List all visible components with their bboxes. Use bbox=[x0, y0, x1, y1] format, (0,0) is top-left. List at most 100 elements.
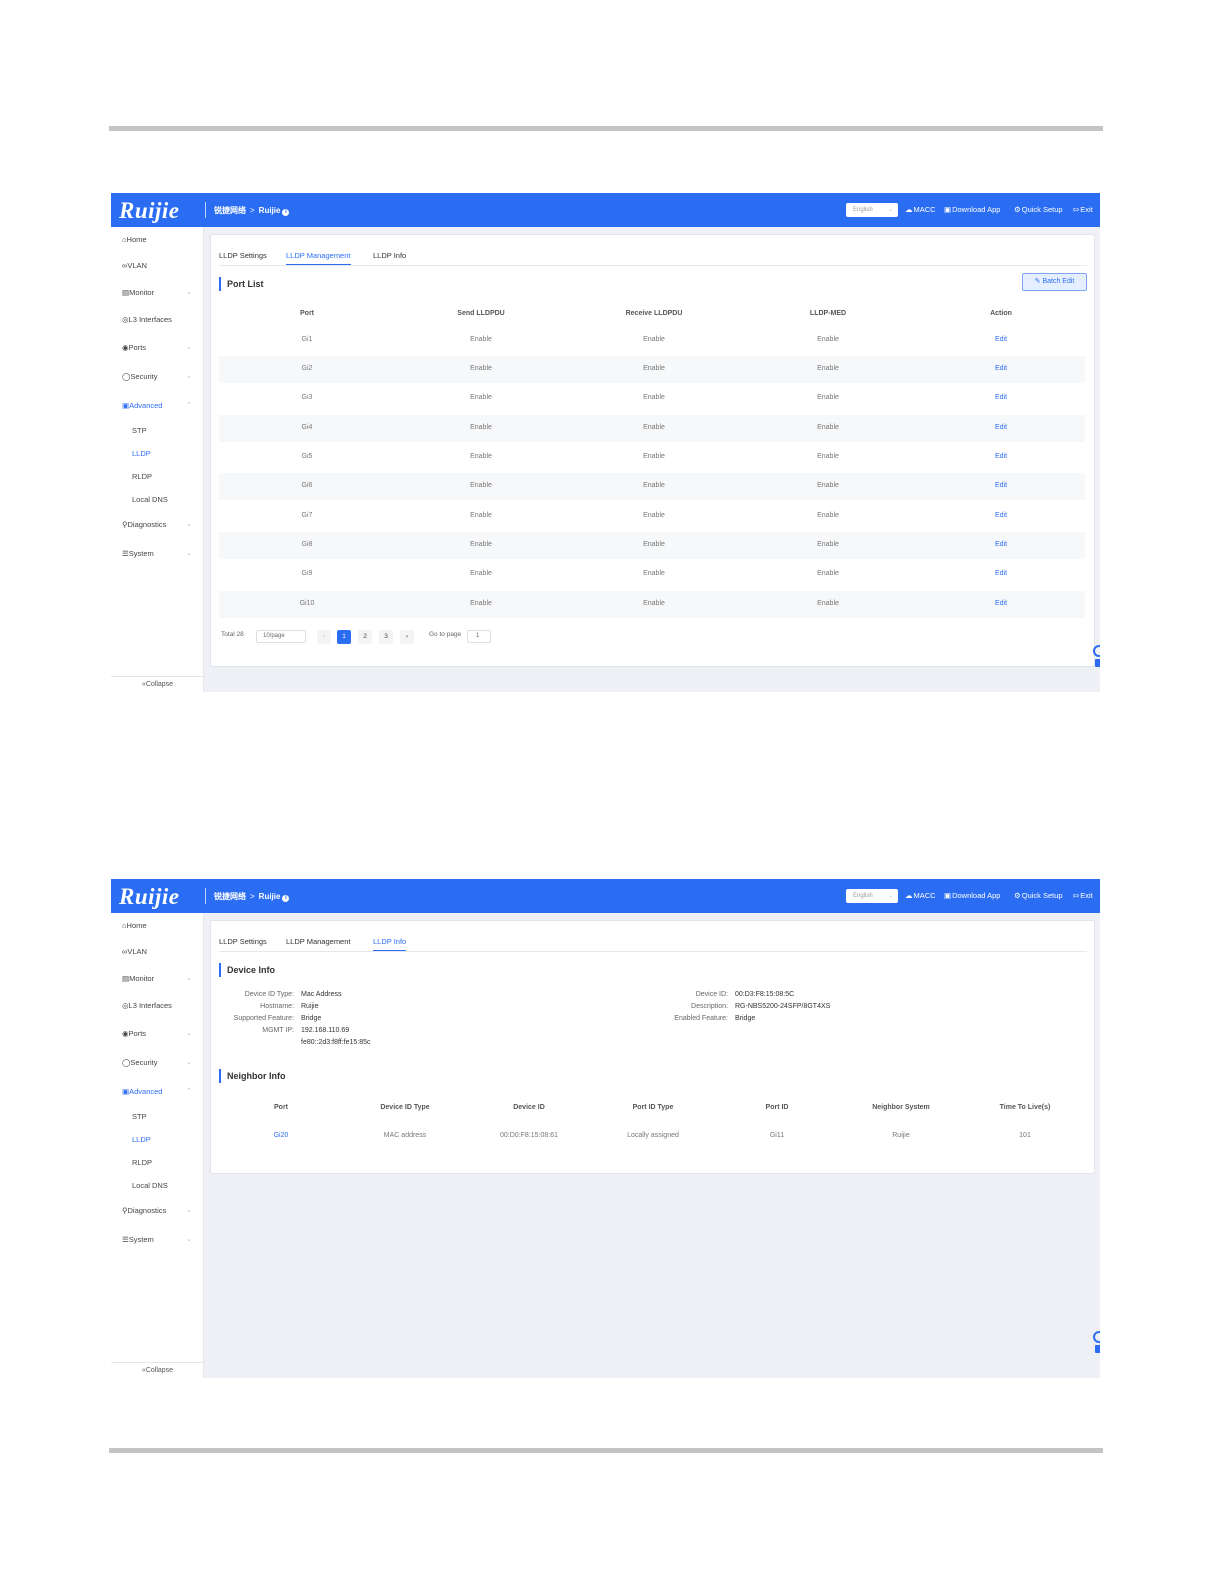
sidebar-item-advanced[interactable]: ▣Advanced bbox=[122, 1087, 162, 1096]
page-size-select[interactable]: 10/page bbox=[256, 630, 306, 643]
edit-link[interactable]: Edit bbox=[995, 482, 1007, 489]
sidebar-item-l3-interfaces[interactable]: ◎L3 Interfaces bbox=[122, 1001, 172, 1010]
edit-link[interactable]: Edit bbox=[995, 541, 1007, 548]
cloud-icon: ☁ bbox=[905, 205, 913, 214]
breadcrumb: 锐捷网络 > Ruijie i bbox=[214, 205, 290, 216]
collapse-button[interactable]: «Collapse bbox=[111, 1362, 204, 1378]
screenshot-lldp-management: Ruijie 锐捷网络 > Ruijie i English ⌄ ☁MACC ▣Down… bbox=[111, 193, 1100, 692]
sidebar-item-system[interactable]: ☰System bbox=[122, 549, 154, 558]
sidebar-subitem-lldp[interactable]: LLDP bbox=[132, 1135, 151, 1144]
edit-link[interactable]: Edit bbox=[995, 424, 1007, 431]
sliders-icon: ☰ bbox=[122, 1235, 129, 1244]
sidebar-item-vlan[interactable]: ∞VLAN bbox=[122, 261, 147, 270]
info-icon[interactable]: i bbox=[282, 209, 290, 216]
sidebar-item-security[interactable]: ◯Security bbox=[122, 1058, 158, 1067]
edit-link[interactable]: Edit bbox=[995, 453, 1007, 460]
page-button-1[interactable]: 1 bbox=[337, 630, 351, 644]
collapse-label: Collapse bbox=[145, 681, 174, 688]
field-label: Device ID Type: bbox=[244, 991, 294, 998]
edit-link[interactable]: Edit bbox=[995, 336, 1007, 343]
info-icon[interactable]: i bbox=[282, 895, 290, 902]
sidebar-item-diagnostics[interactable]: ⚲Diagnostics bbox=[122, 1206, 166, 1215]
next-page-button[interactable]: › bbox=[400, 630, 414, 644]
edit-link[interactable]: Edit bbox=[995, 394, 1007, 401]
tab-divider bbox=[219, 265, 1087, 266]
sidebar-subitem-lldp[interactable]: LLDP bbox=[132, 449, 151, 458]
setup-icon: ⚙ bbox=[1014, 205, 1021, 214]
edit-link[interactable]: Edit bbox=[995, 570, 1007, 577]
help-float-icon[interactable] bbox=[1090, 1330, 1100, 1354]
page-button-3[interactable]: 3 bbox=[379, 630, 393, 644]
quick-setup-label: Quick Setup bbox=[1021, 891, 1063, 900]
table-row: Gi2 Enable Enable Enable Edit bbox=[219, 356, 1085, 383]
breadcrumb-group[interactable]: 锐捷网络 bbox=[214, 892, 246, 901]
tab-lldp-info[interactable]: LLDP Info bbox=[373, 251, 406, 260]
sidebar-subitem-local-dns[interactable]: Local DNS bbox=[132, 1181, 168, 1190]
batch-edit-button[interactable]: ✎ Batch Edit bbox=[1022, 273, 1087, 291]
quick-setup-link[interactable]: ⚙Quick Setup bbox=[1014, 205, 1063, 214]
sidebar-item-home[interactable]: ⌂Home bbox=[122, 921, 147, 930]
sidebar-subitem-local-dns[interactable]: Local DNS bbox=[132, 495, 168, 504]
language-select[interactable]: English ⌄ bbox=[846, 203, 898, 217]
language-select[interactable]: English ⌄ bbox=[846, 889, 898, 903]
help-float-icon[interactable] bbox=[1090, 644, 1100, 668]
ruijie-logo[interactable]: Ruijie bbox=[119, 198, 180, 224]
column-header: Action bbox=[990, 310, 1012, 317]
tab-lldp-settings[interactable]: LLDP Settings bbox=[219, 251, 267, 260]
field-label: MGMT IP: bbox=[262, 1027, 294, 1034]
chevron-down-icon: ⌄ bbox=[186, 344, 192, 351]
tab-lldp-settings[interactable]: LLDP Settings bbox=[219, 937, 267, 946]
ruijie-logo[interactable]: Ruijie bbox=[119, 884, 180, 910]
prev-page-button[interactable]: ‹ bbox=[317, 630, 331, 644]
field-value: Mac Address bbox=[301, 991, 342, 998]
sidebar-item-diagnostics[interactable]: ⚲Diagnostics bbox=[122, 520, 166, 529]
sidebar-item-label: Monitor bbox=[129, 288, 155, 297]
page-size-value: 10/page bbox=[263, 633, 285, 639]
exit-link[interactable]: ⇰Exit bbox=[1073, 891, 1093, 900]
collapse-button[interactable]: «Collapse bbox=[111, 676, 204, 692]
download-app-link[interactable]: ▣Download App bbox=[944, 205, 1000, 214]
sidebar-item-home[interactable]: ⌂Home bbox=[122, 235, 147, 244]
exit-link[interactable]: ⇰Exit bbox=[1073, 205, 1093, 214]
neighbor-port-link[interactable]: Gi20 bbox=[274, 1132, 289, 1139]
sidebar-subitem-stp[interactable]: STP bbox=[132, 1112, 147, 1121]
sidebar-item-label: VLAN bbox=[127, 261, 147, 270]
column-header: Device ID Type bbox=[380, 1104, 430, 1111]
section-title: Port List bbox=[219, 277, 264, 291]
sidebar-subitem-stp[interactable]: STP bbox=[132, 426, 147, 435]
sidebar-item-monitor[interactable]: ▤Monitor bbox=[122, 288, 154, 297]
sidebar-subitem-rldp[interactable]: RLDP bbox=[132, 1158, 152, 1167]
table-cell: 00:D0:F8:15:08:61 bbox=[500, 1132, 558, 1139]
breadcrumb-group[interactable]: 锐捷网络 bbox=[214, 206, 246, 215]
sidebar-item-ports[interactable]: ◉Ports bbox=[122, 343, 146, 352]
sidebar-subitem-rldp[interactable]: RLDP bbox=[132, 472, 152, 481]
sidebar-item-l3-interfaces[interactable]: ◎L3 Interfaces bbox=[122, 315, 172, 324]
download-app-link[interactable]: ▣Download App bbox=[944, 891, 1000, 900]
macc-link[interactable]: ☁MACC bbox=[905, 205, 936, 214]
sidebar-item-system[interactable]: ☰System bbox=[122, 1235, 154, 1244]
table-cell: Gi10 bbox=[299, 600, 315, 607]
sidebar-item-ports[interactable]: ◉Ports bbox=[122, 1029, 146, 1038]
table-cell: Gi11 bbox=[769, 1132, 785, 1139]
tab-lldp-info[interactable]: LLDP Info bbox=[373, 937, 407, 952]
tab-lldp-management[interactable]: LLDP Management bbox=[286, 251, 351, 266]
download-app-label: Download App bbox=[952, 891, 1001, 900]
exit-label: Exit bbox=[1080, 891, 1093, 900]
table-cell: 101 bbox=[1019, 1132, 1031, 1139]
table-cell: Enable bbox=[643, 365, 665, 372]
sidebar-item-vlan[interactable]: ∞VLAN bbox=[122, 947, 147, 956]
language-value: English bbox=[853, 893, 873, 899]
macc-link[interactable]: ☁MACC bbox=[905, 891, 936, 900]
edit-link[interactable]: Edit bbox=[995, 600, 1007, 607]
page-button-2[interactable]: 2 bbox=[358, 630, 372, 644]
quick-setup-link[interactable]: ⚙Quick Setup bbox=[1014, 891, 1063, 900]
sidebar-item-monitor[interactable]: ▤Monitor bbox=[122, 974, 154, 983]
edit-link[interactable]: Edit bbox=[995, 512, 1007, 519]
sidebar-item-security[interactable]: ◯Security bbox=[122, 372, 158, 381]
tab-lldp-management[interactable]: LLDP Management bbox=[286, 937, 351, 946]
edit-link[interactable]: Edit bbox=[995, 365, 1007, 372]
table-cell: MAC address bbox=[383, 1132, 427, 1139]
go-to-page-input[interactable]: 1 bbox=[467, 630, 491, 643]
sidebar: ⌂Home ∞VLAN ▤Monitor ⌄ ◎L3 Interfaces ◉P… bbox=[111, 913, 204, 1378]
sidebar-item-advanced[interactable]: ▣Advanced bbox=[122, 401, 162, 410]
